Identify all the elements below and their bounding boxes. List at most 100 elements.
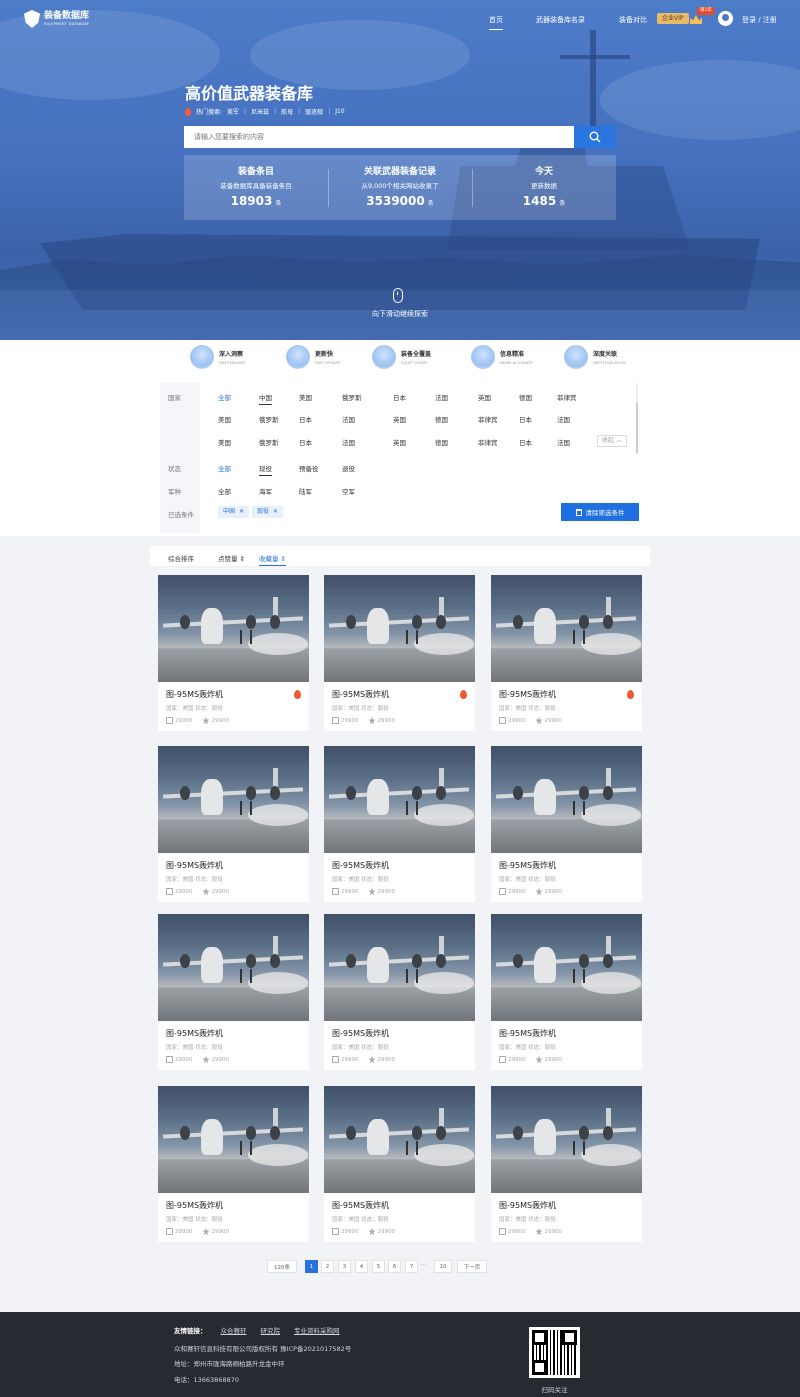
aircraft-image[interactable]	[324, 746, 475, 853]
country-option[interactable]: 日本	[299, 437, 312, 447]
page-button[interactable]: 7	[405, 1260, 418, 1273]
country-option[interactable]: 英国	[393, 437, 406, 447]
like-count[interactable]: 29900	[166, 1228, 193, 1235]
country-option[interactable]: 俄罗斯	[342, 392, 362, 402]
card-title[interactable]: 图-95MS轰炸机	[332, 1200, 389, 1211]
friend-link[interactable]: 众合赛轩	[221, 1325, 247, 1335]
country-option[interactable]: 法国	[435, 392, 448, 402]
card-title[interactable]: 图-95MS轰炸机	[166, 860, 223, 871]
nav-directory[interactable]: 武器装备库名录	[536, 15, 585, 25]
like-count[interactable]: 29900	[499, 1056, 526, 1063]
nav-compare[interactable]: 装备对比	[619, 15, 647, 25]
country-option[interactable]: 俄罗斯	[259, 437, 279, 447]
status-option[interactable]: 预备役	[299, 463, 319, 473]
country-option[interactable]: 德国	[435, 414, 448, 424]
equipment-card[interactable]: 图-95MS轰炸机 国家：美国 状态：服役 29900 29900	[491, 1086, 642, 1242]
hot-term[interactable]: J10	[335, 108, 344, 115]
page-button[interactable]: 10	[434, 1260, 452, 1273]
aircraft-image[interactable]	[491, 575, 642, 682]
search-button[interactable]	[574, 126, 616, 148]
like-count[interactable]: 29900	[166, 888, 193, 895]
country-option[interactable]: 德国	[435, 437, 448, 447]
card-title[interactable]: 图-95MS轰炸机	[499, 1200, 556, 1211]
equipment-card[interactable]: 图-95MS轰炸机 国家：美国 状态：服役 29900 29900	[491, 746, 642, 902]
search-input[interactable]	[184, 126, 574, 148]
aircraft-image[interactable]	[491, 746, 642, 853]
like-count[interactable]: 29900	[166, 1056, 193, 1063]
aircraft-image[interactable]	[324, 575, 475, 682]
equipment-card[interactable]: 图-95MS轰炸机 国家：美国 状态：服役 29900 29900	[324, 746, 475, 902]
page-button[interactable]: 6	[388, 1260, 401, 1273]
country-option[interactable]: 法国	[342, 414, 355, 424]
card-title[interactable]: 图-95MS轰炸机	[332, 689, 389, 700]
country-option[interactable]: 美国	[218, 414, 231, 424]
aircraft-image[interactable]	[491, 914, 642, 1021]
country-option[interactable]: 日本	[299, 414, 312, 424]
sort-default[interactable]: 综合排序	[168, 553, 194, 563]
country-option[interactable]: 美国	[299, 392, 312, 402]
like-count[interactable]: 29900	[332, 717, 359, 724]
next-page-button[interactable]: 下一页	[457, 1260, 487, 1273]
country-option[interactable]: 法国	[342, 437, 355, 447]
equipment-card[interactable]: 图-95MS轰炸机 国家：美国 状态：服役 29900 29900	[491, 575, 642, 731]
login-register-link[interactable]: 登录 / 注册	[742, 15, 777, 25]
equipment-card[interactable]: 图-95MS轰炸机 国家：美国 状态：服役 29900 29900	[324, 575, 475, 731]
fav-count[interactable]: 29900	[535, 888, 562, 895]
like-count[interactable]: 29900	[332, 1056, 359, 1063]
country-option[interactable]: 美国	[218, 437, 231, 447]
fav-count[interactable]: 29900	[535, 1228, 562, 1235]
page-button[interactable]: 1	[305, 1260, 318, 1273]
friend-link[interactable]: 专业资料采购网	[294, 1325, 340, 1335]
page-button[interactable]: 2	[321, 1260, 334, 1273]
fav-count[interactable]: 29900	[535, 1056, 562, 1063]
branch-option[interactable]: 海军	[259, 486, 272, 496]
card-title[interactable]: 图-95MS轰炸机	[166, 1028, 223, 1039]
country-option[interactable]: 法国	[557, 414, 570, 424]
hot-term[interactable]: 美军	[227, 107, 239, 116]
aircraft-image[interactable]	[324, 1086, 475, 1193]
hot-term[interactable]: 航母	[281, 107, 293, 116]
aircraft-image[interactable]	[324, 914, 475, 1021]
hot-term[interactable]: 驱逐舰	[305, 107, 323, 116]
like-count[interactable]: 29900	[166, 717, 193, 724]
fav-count[interactable]: 29900	[368, 1228, 395, 1235]
country-scrollbar[interactable]	[636, 383, 638, 455]
country-option[interactable]: 日本	[393, 392, 406, 402]
vip-button[interactable]: 企业VIP	[657, 13, 689, 24]
fav-count[interactable]: 29900	[368, 1056, 395, 1063]
country-option[interactable]: 中国	[259, 392, 272, 405]
equipment-card[interactable]: 图-95MS轰炸机 国家：美国 状态：服役 29900 29900	[324, 1086, 475, 1242]
card-title[interactable]: 图-95MS轰炸机	[499, 689, 556, 700]
country-option[interactable]: 日本	[519, 414, 532, 424]
selected-chip[interactable]: 现役 ✕	[252, 506, 284, 518]
country-option[interactable]: 全部	[218, 392, 231, 402]
fav-count[interactable]: 29900	[535, 717, 562, 724]
equipment-card[interactable]: 图-95MS轰炸机 国家：美国 状态：服役 29900 29900	[491, 914, 642, 1070]
card-title[interactable]: 图-95MS轰炸机	[166, 1200, 223, 1211]
branch-option[interactable]: 空军	[342, 486, 355, 496]
aircraft-image[interactable]	[158, 914, 309, 1021]
fav-count[interactable]: 29900	[202, 1228, 229, 1235]
equipment-card[interactable]: 图-95MS轰炸机 国家：美国 状态：服役 29900 29900	[158, 1086, 309, 1242]
status-option[interactable]: 现役	[259, 463, 272, 476]
sort-likes[interactable]: 点赞量 ⇕	[218, 553, 245, 563]
aircraft-image[interactable]	[158, 1086, 309, 1193]
equipment-card[interactable]: 图-95MS轰炸机 国家：美国 状态：服役 29900 29900	[158, 914, 309, 1070]
country-option[interactable]: 菲律宾	[478, 414, 498, 424]
sort-favorites[interactable]: 收藏量 ⇕	[259, 553, 287, 566]
close-icon[interactable]: ✕	[273, 506, 278, 518]
clear-filters-button[interactable]: 清除筛选条件	[561, 503, 639, 521]
country-option[interactable]: 菲律宾	[557, 392, 577, 402]
country-option[interactable]: 菲律宾	[478, 437, 498, 447]
page-button[interactable]: 5	[372, 1260, 385, 1273]
page-button[interactable]: 4	[355, 1260, 368, 1273]
page-button[interactable]: 3	[338, 1260, 351, 1273]
like-count[interactable]: 29900	[499, 1228, 526, 1235]
card-title[interactable]: 图-95MS轰炸机	[499, 1028, 556, 1039]
hot-term[interactable]: 尼米兹	[251, 107, 269, 116]
country-option[interactable]: 德国	[519, 392, 532, 402]
branch-option[interactable]: 全部	[218, 486, 231, 496]
card-title[interactable]: 图-95MS轰炸机	[332, 1028, 389, 1039]
country-option[interactable]: 法国	[557, 437, 570, 447]
fav-count[interactable]: 29900	[368, 888, 395, 895]
